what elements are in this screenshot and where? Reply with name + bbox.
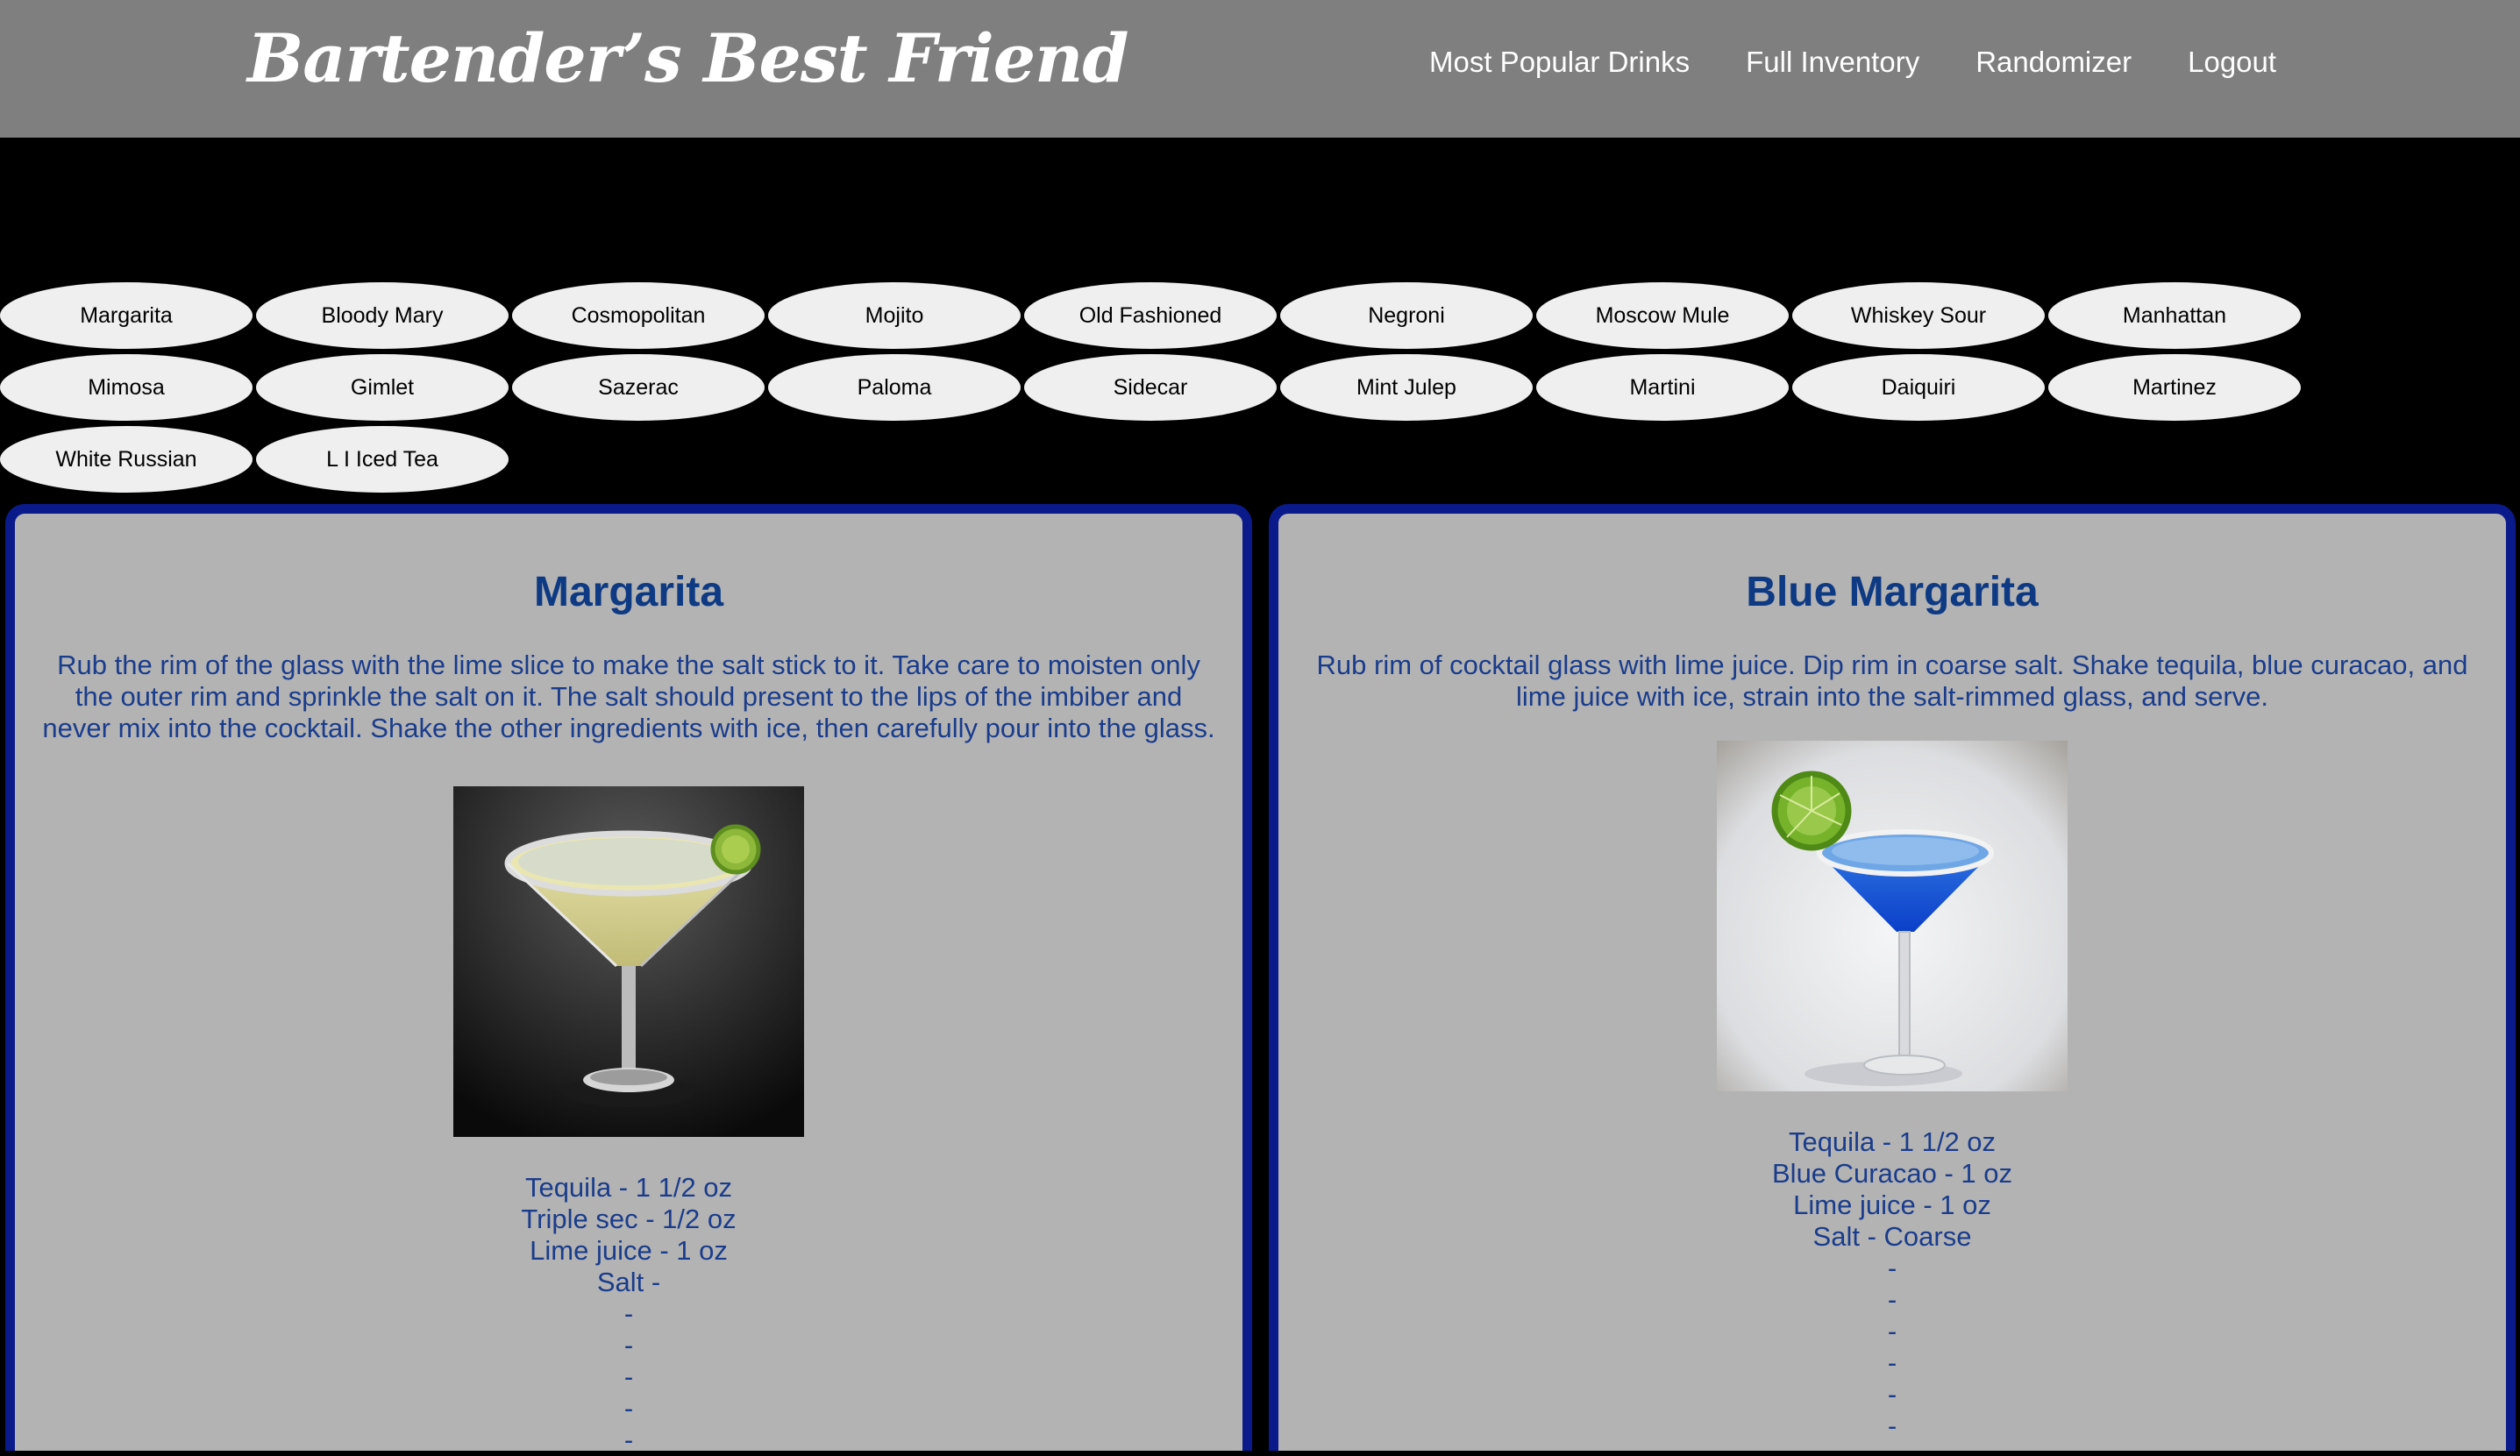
- ingredient-item: Lime juice - 1 oz: [530, 1235, 728, 1266]
- drink-instructions: Rub rim of cocktail glass with lime juic…: [1316, 650, 2468, 712]
- drink-button-white-russian[interactable]: White Russian: [0, 426, 253, 493]
- drink-button-martini[interactable]: Martini: [1536, 354, 1789, 421]
- drink-card: Margarita Rub the rim of the glass with …: [5, 504, 1252, 1455]
- ingredient-item: Tequila - 1 1/2 oz: [524, 1172, 733, 1203]
- drink-button-li-iced-tea[interactable]: L I Iced Tea: [256, 426, 509, 493]
- drink-button-martinez[interactable]: Martinez: [2048, 354, 2301, 421]
- drink-button-moscow-mule[interactable]: Moscow Mule: [1536, 282, 1789, 349]
- nav-full-inventory[interactable]: Full Inventory: [1746, 46, 1919, 79]
- ingredients-list: Tequila - 1 1/2 oz Triple sec - 1/2 oz L…: [15, 1172, 1242, 1456]
- ingredient-item: -: [1887, 1316, 1897, 1346]
- drink-selector: Margarita Bloody Mary Cosmopolitan Mojit…: [0, 282, 2306, 498]
- drink-title: Blue Margarita: [1746, 569, 2039, 615]
- drink-button-mint-julep[interactable]: Mint Julep: [1280, 354, 1533, 421]
- drink-button-mojito[interactable]: Mojito: [768, 282, 1021, 349]
- drink-button-cosmopolitan[interactable]: Cosmopolitan: [512, 282, 765, 349]
- ingredients-list: Tequila - 1 1/2 oz Blue Curacao - 1 oz L…: [1278, 1126, 2506, 1442]
- ingredient-item: -: [1887, 1284, 1897, 1315]
- nav-most-popular-drinks[interactable]: Most Popular Drinks: [1429, 46, 1690, 79]
- drink-button-gimlet[interactable]: Gimlet: [256, 354, 509, 421]
- drink-row: White Russian L I Iced Tea: [0, 426, 2306, 498]
- site-logo[interactable]: Bartender’s Best Friend: [247, 19, 1128, 97]
- drink-row: Margarita Bloody Mary Cosmopolitan Mojit…: [0, 282, 2306, 354]
- ingredient-item: Tequila - 1 1/2 oz: [1788, 1126, 1997, 1157]
- ingredient-item: -: [623, 1330, 634, 1360]
- ingredient-item: -: [623, 1424, 634, 1455]
- drink-button-paloma[interactable]: Paloma: [768, 354, 1021, 421]
- drink-button-old-fashioned[interactable]: Old Fashioned: [1024, 282, 1277, 349]
- blue-margarita-photo: [1717, 741, 2068, 1091]
- drink-instructions: Rub the rim of the glass with the lime s…: [42, 650, 1215, 743]
- drink-button-margarita[interactable]: Margarita: [0, 282, 253, 349]
- drink-title: Margarita: [533, 569, 724, 615]
- drink-button-daiquiri[interactable]: Daiquiri: [1792, 354, 2045, 421]
- ingredient-item: Lime juice - 1 oz: [1793, 1190, 1991, 1220]
- ingredient-item: -: [1887, 1379, 1897, 1410]
- drink-button-sazerac[interactable]: Sazerac: [512, 354, 765, 421]
- site-header: Bartender’s Best Friend Most Popular Dri…: [0, 0, 2520, 138]
- main-nav: Most Popular Drinks Full Inventory Rando…: [1429, 46, 2276, 79]
- ingredient-item: -: [623, 1298, 634, 1329]
- drink-button-bloody-mary[interactable]: Bloody Mary: [256, 282, 509, 349]
- drink-button-manhattan[interactable]: Manhattan: [2048, 282, 2301, 349]
- nav-logout[interactable]: Logout: [2188, 46, 2276, 79]
- ingredient-item: -: [1887, 1347, 1897, 1378]
- drink-button-mimosa[interactable]: Mimosa: [0, 354, 253, 421]
- ingredient-item: -: [623, 1361, 634, 1392]
- drink-button-sidecar[interactable]: Sidecar: [1024, 354, 1277, 421]
- ingredient-item: Salt - Coarse: [1812, 1221, 1972, 1252]
- drink-row: Mimosa Gimlet Sazerac Paloma Sidecar Min…: [0, 354, 2306, 426]
- drink-button-whiskey-sour[interactable]: Whiskey Sour: [1792, 282, 2045, 349]
- ingredient-item: Triple sec - 1/2 oz: [521, 1204, 737, 1234]
- drink-card: Blue Margarita Rub rim of cocktail glass…: [1269, 504, 2516, 1451]
- ingredient-item: -: [1887, 1253, 1897, 1283]
- margarita-photo: [453, 786, 804, 1137]
- drink-button-negroni[interactable]: Negroni: [1280, 282, 1533, 349]
- ingredient-item: -: [623, 1393, 634, 1424]
- ingredient-item: Blue Curacao - 1 oz: [1772, 1158, 2012, 1189]
- nav-randomizer[interactable]: Randomizer: [1975, 46, 2132, 79]
- ingredient-item: Salt -: [596, 1267, 661, 1297]
